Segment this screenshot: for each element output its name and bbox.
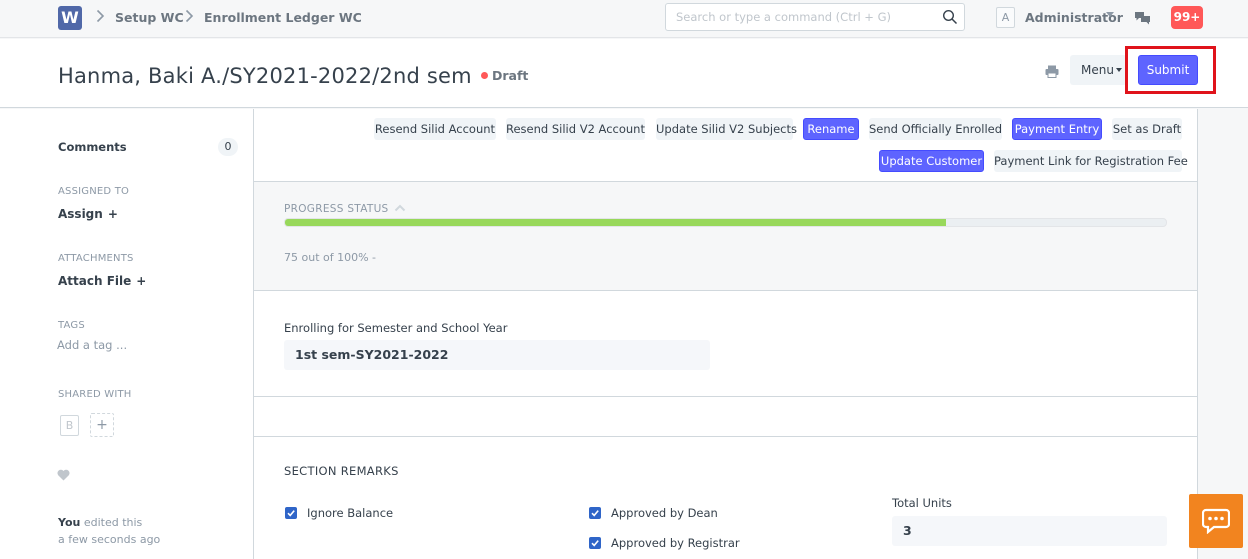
page-title: Hanma, Baki A./SY2021-2022/2nd sem: [58, 64, 472, 88]
progress-status-section: PROGRESS STATUS 75 out of 100% -: [254, 182, 1197, 291]
chevron-down-icon[interactable]: [1106, 12, 1114, 17]
send-officially-enrolled-button[interactable]: Send Officially Enrolled: [869, 118, 1002, 140]
breadcrumb-setup[interactable]: Setup WC: [115, 10, 184, 25]
total-units-field[interactable]: 3: [892, 516, 1167, 546]
shared-with-label: SHARED WITH: [58, 389, 132, 400]
rename-button[interactable]: Rename: [803, 118, 859, 140]
heart-icon[interactable]: [57, 469, 70, 481]
ignore-balance-checkbox[interactable]: [285, 507, 297, 519]
total-units-label: Total Units: [892, 496, 952, 510]
chat-icon[interactable]: [1134, 10, 1152, 26]
resend-silid-v2-account-button[interactable]: Resend Silid V2 Account: [506, 118, 645, 140]
section-remarks: SECTION REMARKS Ignore Balance Approved …: [254, 437, 1197, 559]
attach-file-label: Attach File: [58, 274, 132, 288]
assigned-to-label: ASSIGNED TO: [58, 186, 130, 197]
status-badge: Draft: [492, 68, 529, 83]
edited-by: You: [58, 516, 81, 529]
update-silid-v2-subjects-button[interactable]: Update Silid V2 Subjects: [656, 118, 797, 140]
progress-status-heading[interactable]: PROGRESS STATUS: [284, 203, 389, 215]
approved-by-dean-checkbox[interactable]: [589, 507, 601, 519]
form-sidebar: Comments 0 ASSIGNED TO Assign + ATTACHMEN…: [0, 109, 253, 559]
submit-button[interactable]: Submit: [1138, 55, 1198, 85]
navbar: W Setup WC Enrollment Ledger WC A Admini…: [0, 0, 1248, 38]
chevron-right-icon: [96, 9, 105, 27]
attach-file-button[interactable]: Attach File +: [58, 274, 146, 288]
search-box: [665, 3, 965, 31]
tags-label: TAGS: [58, 320, 85, 331]
page-head: Hanma, Baki A./SY2021-2022/2nd sem Draft…: [0, 39, 1248, 108]
enrolling-for-field[interactable]: 1st sem-SY2021-2022: [284, 340, 710, 370]
approved-by-registrar-label: Approved by Registrar: [611, 536, 740, 550]
chat-widget-button[interactable]: [1189, 494, 1243, 548]
edited-text: edited this: [83, 516, 143, 529]
print-icon[interactable]: [1045, 65, 1059, 78]
attachments-label: ATTACHMENTS: [58, 253, 134, 264]
edited-info: You edited this: [58, 516, 142, 529]
chevron-down-icon: [1116, 68, 1122, 72]
resend-silid-account-button[interactable]: Resend Silid Account: [374, 118, 496, 140]
shared-user-avatar[interactable]: B: [60, 415, 79, 436]
approved-by-dean-label: Approved by Dean: [611, 506, 718, 520]
app-logo[interactable]: W: [58, 6, 82, 30]
breadcrumb-enrollment-ledger[interactable]: Enrollment Ledger WC: [204, 10, 362, 25]
plus-icon: +: [107, 207, 118, 221]
payment-link-registration-fee-button[interactable]: Payment Link for Registration Fee: [994, 150, 1188, 172]
section-remarks-heading: SECTION REMARKS: [284, 464, 399, 478]
menu-button[interactable]: Menu: [1070, 55, 1127, 85]
add-share-button[interactable]: +: [90, 413, 114, 437]
chevron-up-icon[interactable]: [394, 203, 406, 213]
search-icon[interactable]: [942, 9, 958, 25]
edited-time: a few seconds ago: [58, 533, 161, 546]
progress-bar: [284, 218, 1167, 227]
approved-by-registrar-checkbox[interactable]: [589, 537, 601, 549]
enrollment-section: Enrolling for Semester and School Year 1…: [254, 291, 1197, 397]
plus-icon: +: [136, 274, 147, 288]
user-avatar[interactable]: A: [996, 7, 1015, 28]
assign-label: Assign: [58, 207, 103, 221]
empty-section: [254, 397, 1197, 437]
update-customer-button[interactable]: Update Customer: [879, 150, 984, 172]
menu-button-label: Menu: [1081, 63, 1114, 77]
ignore-balance-label: Ignore Balance: [307, 506, 394, 520]
form-main: Resend Silid Account Resend Silid V2 Acc…: [253, 109, 1198, 559]
set-as-draft-button[interactable]: Set as Draft: [1112, 118, 1182, 140]
add-tag-link[interactable]: Add a tag ...: [57, 338, 127, 352]
enrolling-for-label: Enrolling for Semester and School Year: [284, 321, 508, 335]
payment-entry-button[interactable]: Payment Entry: [1012, 118, 1102, 140]
chat-bubble-icon: [1202, 508, 1230, 534]
status-indicator: [481, 72, 488, 79]
search-input[interactable]: [666, 4, 936, 30]
comments-link[interactable]: Comments: [58, 140, 127, 154]
progress-text: 75 out of 100% -: [284, 251, 377, 264]
comments-count: 0: [218, 138, 238, 156]
assign-button[interactable]: Assign +: [58, 207, 118, 221]
chevron-right-icon: [185, 9, 194, 27]
progress-bar-fill: [285, 219, 946, 226]
notifications-badge[interactable]: 99+: [1171, 6, 1203, 29]
custom-actions-bar: Resend Silid Account Resend Silid V2 Acc…: [254, 109, 1197, 182]
